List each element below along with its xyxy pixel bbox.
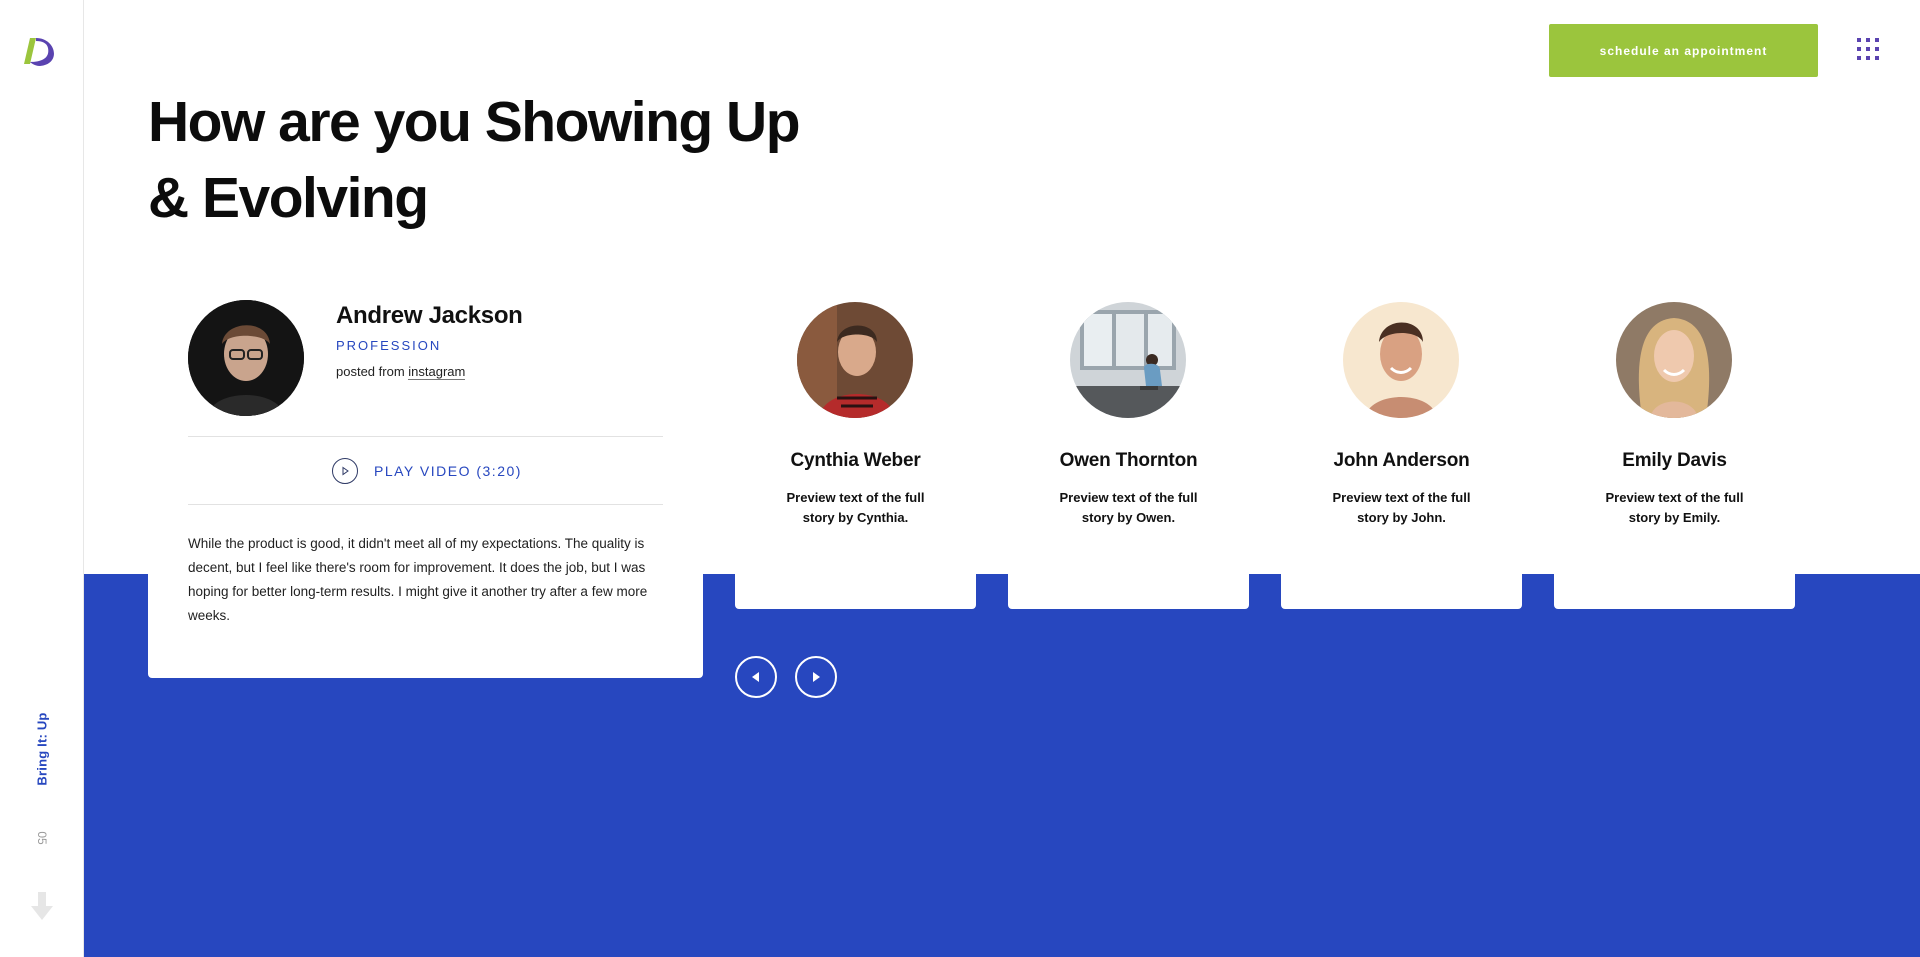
avatar xyxy=(188,300,304,416)
divider xyxy=(188,504,663,505)
posted-prefix: posted from xyxy=(336,364,405,379)
posted-source-link[interactable]: instagram xyxy=(408,364,466,380)
story-preview: Preview text of the full story by Cynthi… xyxy=(786,490,925,525)
avatar xyxy=(1070,302,1186,418)
story-name: Cynthia Weber xyxy=(790,450,921,471)
play-video-button[interactable]: PLAY VIDEO (3:20) xyxy=(332,458,522,484)
grid-menu-icon[interactable] xyxy=(1857,38,1879,60)
featured-name: Andrew Jackson xyxy=(336,302,523,329)
avatar xyxy=(797,302,913,418)
title-line-1: How are you Showing Up xyxy=(148,90,801,154)
play-video-label: PLAY VIDEO (3:20) xyxy=(374,463,522,479)
avatar xyxy=(1343,302,1459,418)
play-icon xyxy=(332,458,358,484)
left-rail: Bring It: Up 05 xyxy=(0,0,84,957)
story-card[interactable]: John Anderson Preview text of the full s… xyxy=(1281,262,1522,609)
schedule-appointment-button[interactable]: schedule an appointment xyxy=(1549,24,1818,77)
title-line-2: & Evolving xyxy=(148,166,429,230)
story-card[interactable]: Emily Davis Preview text of the full sto… xyxy=(1554,262,1795,609)
featured-profession: PROFESSION xyxy=(336,338,442,353)
section-number: 05 xyxy=(35,831,49,845)
review-text: While the product is good, it didn't mee… xyxy=(188,536,648,623)
story-name: John Anderson xyxy=(1333,450,1470,471)
story-preview: Preview text of the full story by John. xyxy=(1332,490,1471,525)
carousel-prev-button[interactable] xyxy=(735,656,777,698)
arrow-right-icon xyxy=(813,672,820,682)
story-preview: Preview text of the full story by Emily. xyxy=(1605,490,1744,525)
posted-from: posted from instagram xyxy=(336,364,466,380)
story-card[interactable]: Cynthia Weber Preview text of the full s… xyxy=(735,262,976,609)
arrow-down-icon[interactable] xyxy=(31,892,53,920)
carousel-next-button[interactable] xyxy=(795,656,837,698)
brand-logo-icon[interactable] xyxy=(22,36,60,68)
page: Bring It: Up 05 schedule an appointment … xyxy=(0,0,1920,957)
story-name: Owen Thornton xyxy=(1059,450,1198,471)
section-label: Bring It: Up xyxy=(34,712,50,786)
story-card[interactable]: Owen Thornton Preview text of the full s… xyxy=(1008,262,1249,609)
arrow-left-icon xyxy=(752,672,759,682)
page-title: How are you Showing Up & Evolving xyxy=(148,84,908,236)
story-name: Emily Davis xyxy=(1622,450,1727,471)
avatar xyxy=(1616,302,1732,418)
story-preview: Preview text of the full story by Owen. xyxy=(1059,490,1198,525)
divider xyxy=(188,436,663,437)
featured-testimonial-card: Andrew Jackson PROFESSION posted from in… xyxy=(148,262,703,678)
